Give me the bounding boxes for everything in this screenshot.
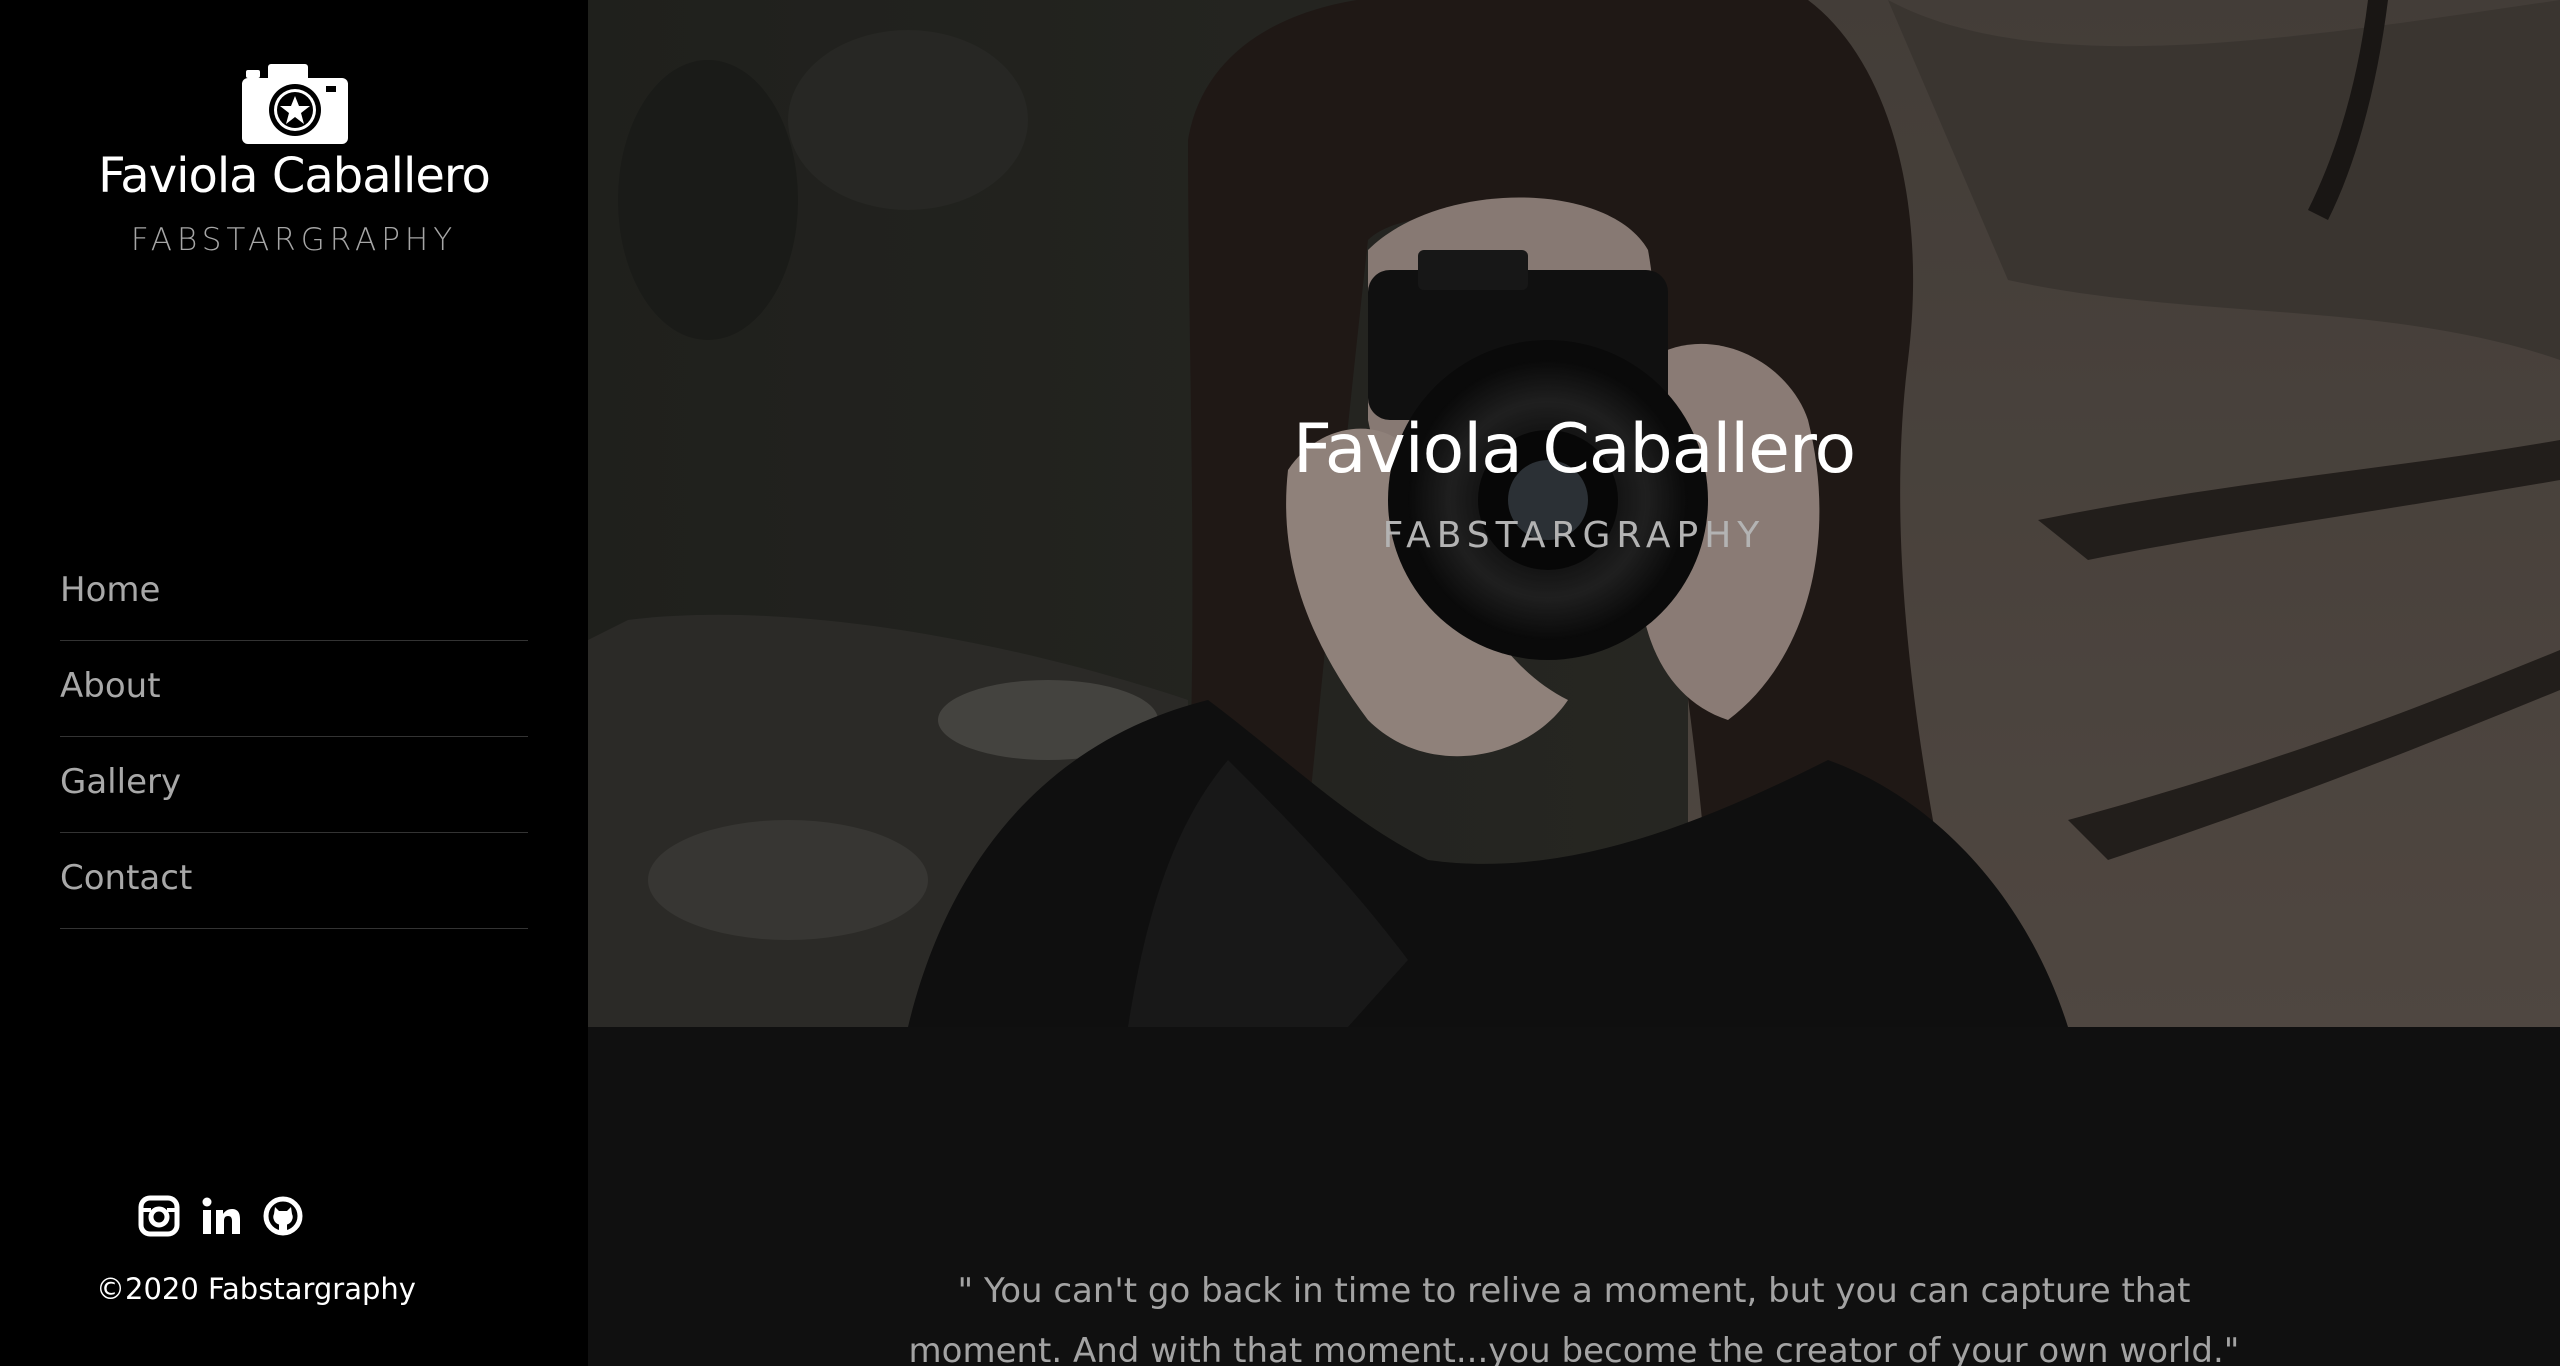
brand-name: Faviola Caballero (98, 148, 491, 204)
hero-subtitle: FABSTARGRAPHY (1382, 515, 1766, 556)
nav-gallery[interactable]: Gallery (60, 737, 528, 833)
camera-star-icon[interactable] (238, 58, 352, 148)
hero-photo (588, 0, 2560, 1027)
copyright-text: ©2020 Fabstargraphy (96, 1272, 416, 1306)
instagram-icon[interactable] (138, 1195, 180, 1237)
github-icon[interactable] (262, 1195, 304, 1237)
hero-banner: Faviola Caballero FABSTARGRAPHY (588, 0, 2560, 1027)
social-links (138, 1195, 304, 1237)
nav-contact[interactable]: Contact (60, 833, 528, 929)
quote-text: " You can't go back in time to relive a … (908, 1271, 2240, 1366)
nav-about[interactable]: About (60, 641, 528, 737)
sidebar: Faviola Caballero FABSTARGRAPHY Home Abo… (0, 0, 588, 1366)
hero-title: Faviola Caballero (1292, 410, 1856, 489)
nav-home[interactable]: Home (60, 545, 528, 641)
brand-subtitle: FABSTARGRAPHY (130, 222, 458, 258)
page: Faviola Caballero FABSTARGRAPHY Home Abo… (0, 0, 2560, 1366)
linkedin-icon[interactable] (200, 1195, 242, 1237)
main-nav: Home About Gallery Contact (60, 545, 528, 929)
quote-section: " You can't go back in time to relive a … (588, 1027, 2560, 1366)
